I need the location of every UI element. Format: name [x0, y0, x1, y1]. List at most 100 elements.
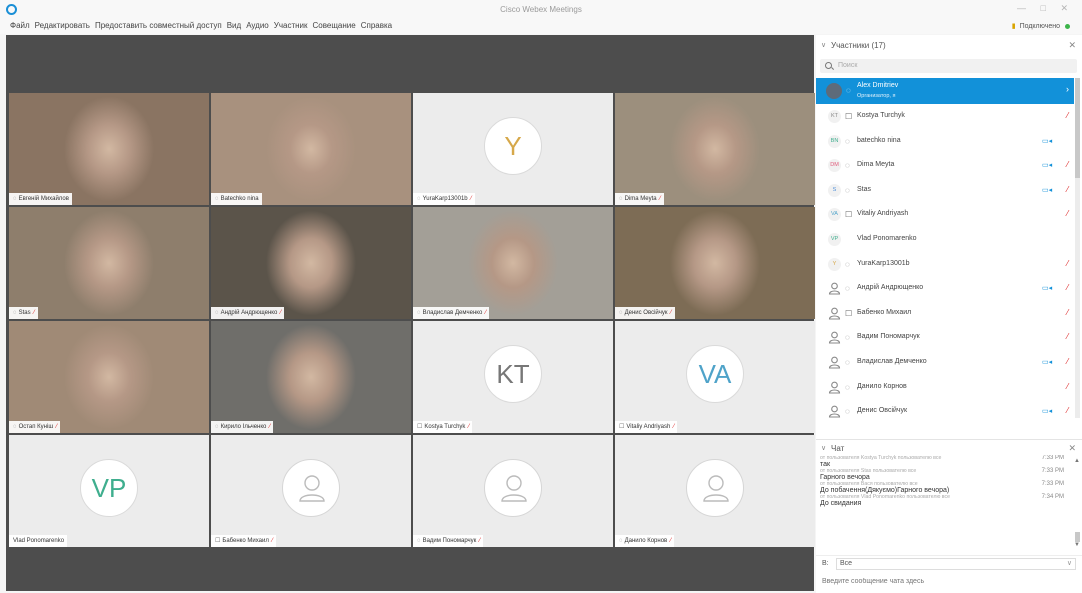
participant-row[interactable]: ◌ Вадим Пономарчук ⁄	[816, 325, 1074, 350]
participant-row[interactable]: VA ☐ Vitaliy Andriyash ⁄	[816, 202, 1074, 227]
video-tile[interactable]: ◌ Batechko nina	[211, 93, 411, 205]
participant-row[interactable]: ◌ Alex Dmitriev Организатор, я ›	[816, 78, 1074, 104]
participant-name: Kostya Turchyk	[424, 424, 466, 430]
participants-panel-header[interactable]: ∨ Участники (17) ✕	[816, 37, 1082, 55]
muted-mic-icon: ⁄	[479, 538, 481, 544]
participant-row[interactable]: KT ☐ Kostya Turchyk ⁄	[816, 104, 1074, 129]
participant-search[interactable]: Поиск	[820, 59, 1077, 73]
muted-mic-icon: ⁄	[485, 310, 487, 316]
participant-name: Остап Куніш	[18, 424, 54, 430]
window-controls[interactable]: — □ ✕	[1017, 3, 1074, 14]
muted-mic-icon: ⁄	[1067, 332, 1069, 342]
muted-mic-icon: ⁄	[1067, 283, 1069, 293]
participant-name: Vitaliy Andriyash	[626, 424, 671, 430]
profile-photo-icon	[826, 83, 842, 99]
participant-name: Владислав Демченко	[422, 310, 483, 316]
muted-mic-icon: ⁄	[1067, 356, 1069, 366]
participant-name: YuraKarp13001b	[857, 259, 910, 267]
video-tile[interactable]: VA ☐ Vitaliy Andriyash ⁄	[615, 321, 815, 433]
scroll-thumb[interactable]	[1075, 78, 1080, 178]
collapse-chevron-icon[interactable]: ∨	[821, 41, 826, 49]
device-icon: ◌	[417, 310, 421, 316]
menu-item[interactable]: Вид	[227, 21, 241, 30]
participant-name: Kostya Turchyk	[857, 112, 905, 119]
menu-items: Файл Редактировать Предоставить совместный…	[10, 21, 397, 30]
chat-message: от пользователя Вася пользователю все 7:3…	[820, 481, 1070, 494]
chat-input[interactable]	[822, 575, 1072, 587]
participant-row[interactable]: DM ◌ Dima Meyta ▭◂ ⁄	[816, 153, 1074, 178]
menu-item[interactable]: Аудио	[246, 21, 269, 30]
chat-timestamp: 7:33 PM	[1041, 468, 1064, 474]
connection-status-label: Подключено	[1019, 23, 1061, 30]
phone-icon: ☐	[845, 210, 853, 220]
search-placeholder: Поиск	[838, 62, 858, 69]
computer-audio-icon: ◌	[846, 86, 851, 95]
scroll-thumb[interactable]	[1075, 532, 1080, 542]
search-icon	[825, 62, 832, 69]
close-icon[interactable]: ✕	[1068, 40, 1076, 51]
video-tile[interactable]: ☐ Бабенко Михаил ⁄	[211, 435, 411, 547]
chevron-right-icon[interactable]: ›	[1066, 84, 1069, 94]
menu-item[interactable]: Предоставить совместный доступ	[95, 21, 222, 30]
participant-row[interactable]: BN ◌ batechko nina ▭◂	[816, 129, 1074, 154]
video-tile[interactable]: ◌ Остап Куніш ⁄	[9, 321, 209, 433]
video-tile[interactable]: ◌ Данило Корнов ⁄	[615, 435, 815, 547]
computer-audio-icon: ◌	[845, 284, 850, 294]
scroll-up-icon[interactable]: ▲	[1074, 458, 1080, 464]
participant-row[interactable]: Y ◌ YuraKarp13001b ⁄	[816, 252, 1074, 277]
tile-caption: ◌ Batechko nina	[211, 193, 262, 205]
video-tile[interactable]: VP Vlad Ponomarenko	[9, 435, 209, 547]
video-tile[interactable]: ◌ Вадим Пономарчук ⁄	[413, 435, 613, 547]
muted-mic-icon: ⁄	[468, 424, 470, 430]
recipient-select[interactable]: Все ∨	[836, 558, 1076, 570]
tile-caption: ◌ Владислав Демченко ⁄	[413, 307, 490, 319]
muted-mic-icon: ⁄	[1067, 381, 1069, 391]
participants-title: Участники (17)	[831, 41, 886, 50]
close-icon[interactable]: ✕	[1068, 443, 1076, 454]
menu-item[interactable]: Файл	[10, 21, 30, 30]
video-tile[interactable]: ◌ Dima Meyta ⁄	[615, 93, 815, 205]
video-camera-icon: ▭◂	[1042, 186, 1053, 194]
participant-row[interactable]: ◌ Андрій Андрющенко ▭◂ ⁄	[816, 276, 1074, 301]
initials-avatar: Y	[828, 257, 841, 271]
computer-audio-icon: ◌	[845, 382, 850, 392]
user-avatar-icon	[686, 459, 744, 517]
participant-name: Stas	[18, 310, 31, 316]
participant-name: Vlad Ponomarenko	[857, 234, 917, 242]
video-tile[interactable]: ◌ Денис Овсійчук ⁄	[615, 207, 815, 319]
scroll-down-icon[interactable]: ▼	[1074, 542, 1080, 548]
participant-row[interactable]: S ◌ Stas ▭◂ ⁄	[816, 178, 1074, 203]
video-tile[interactable]: ◌ Андрій Андрющенко ⁄	[211, 207, 411, 319]
video-tile[interactable]: KT ☐ Kostya Turchyk ⁄	[413, 321, 613, 433]
menu-item[interactable]: Участник	[274, 21, 308, 30]
chat-title: Чат	[831, 444, 845, 453]
participant-name: Vlad Ponomarenko	[13, 538, 65, 544]
participant-row[interactable]: ◌ Владислав Демченко ▭◂ ⁄	[816, 350, 1074, 375]
initials-avatar: KT	[484, 345, 542, 403]
participant-scrollbar[interactable]	[1075, 78, 1080, 418]
chat-recipient: В: Все ∨	[816, 555, 1082, 571]
initials-avatar: S	[828, 183, 841, 197]
chevron-down-icon: ∨	[1066, 560, 1072, 567]
participant-role: Организатор, я	[857, 93, 896, 99]
participant-row[interactable]: ☐ Бабенко Михаил ⁄	[816, 301, 1074, 326]
person-icon	[828, 307, 841, 320]
participant-row[interactable]: VP Vlad Ponomarenko	[816, 227, 1074, 252]
video-tile[interactable]: ◌ Stas ⁄	[9, 207, 209, 319]
video-tile[interactable]: ◌ Евгеній Михайлов	[9, 93, 209, 205]
collapse-chevron-icon[interactable]: ∨	[821, 444, 826, 452]
video-tile[interactable]: ◌ Владислав Демченко ⁄	[413, 207, 613, 319]
connection-icon: ▮	[1011, 23, 1016, 30]
connected-dot-icon	[1065, 23, 1070, 29]
video-tile[interactable]: ◌ Кирило Ільченко ⁄	[211, 321, 411, 433]
participant-row[interactable]: ◌ Денис Овсійчук ▭◂ ⁄	[816, 399, 1074, 424]
video-tile[interactable]: Y ◌ YuraKarp13001b ⁄	[413, 93, 613, 205]
device-icon: ◌	[215, 196, 219, 202]
menu-item[interactable]: Справка	[361, 21, 392, 30]
initials-avatar: VA	[828, 208, 841, 222]
menu-item[interactable]: Совещание	[313, 21, 356, 30]
participant-row[interactable]: ◌ Данило Корнов ⁄	[816, 375, 1074, 400]
window-title: Cisco Webex Meetings	[500, 5, 582, 14]
chat-scrollbar[interactable]: ▲ ▼	[1074, 458, 1080, 554]
menu-item[interactable]: Редактировать	[35, 21, 90, 30]
